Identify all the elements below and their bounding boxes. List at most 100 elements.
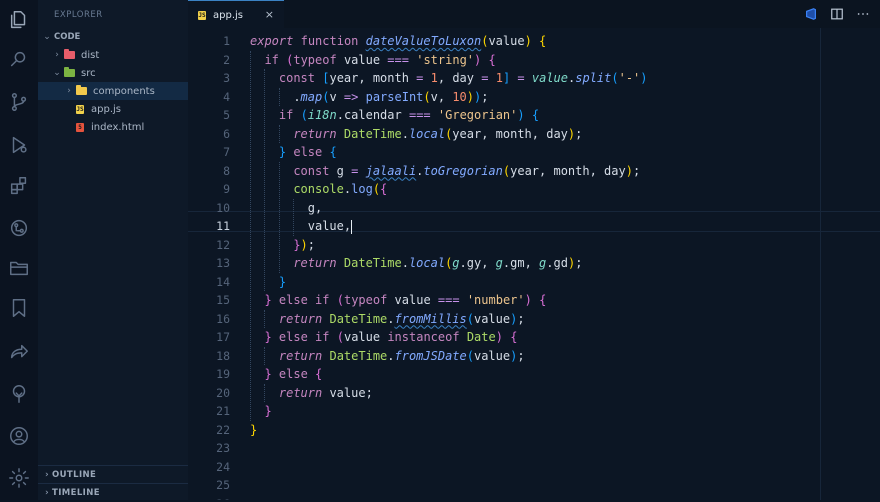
line-number[interactable]: 8 bbox=[188, 162, 230, 181]
code-token: gm, bbox=[510, 256, 540, 270]
code-token: { bbox=[329, 145, 337, 159]
indent-guide bbox=[264, 346, 266, 365]
line-number[interactable]: 14 bbox=[188, 273, 230, 292]
line-number[interactable]: 12 bbox=[188, 236, 230, 255]
code-line[interactable]: export function dateValueToLuxon(value) … bbox=[250, 32, 546, 51]
workspace-header[interactable]: ⌄ CODE bbox=[38, 28, 188, 46]
line-number[interactable]: 19 bbox=[188, 365, 230, 384]
line-number[interactable]: 2 bbox=[188, 51, 230, 70]
code-token: ; bbox=[481, 89, 489, 104]
line-number[interactable]: 9 bbox=[188, 180, 230, 199]
code-token: const bbox=[278, 71, 315, 85]
line-number[interactable]: 4 bbox=[188, 88, 230, 107]
code-line[interactable]: if (typeof value === 'string') { bbox=[264, 51, 495, 70]
close-icon[interactable]: × bbox=[265, 8, 274, 21]
line-number[interactable]: 24 bbox=[188, 458, 230, 477]
code-line[interactable]: return DateTime.local(g.gy, g.gm, g.gd); bbox=[293, 254, 582, 273]
split-editor-icon[interactable] bbox=[830, 6, 844, 20]
code-line[interactable]: } else { bbox=[279, 143, 337, 162]
code-line[interactable]: } bbox=[279, 273, 286, 292]
code-line[interactable]: }); bbox=[293, 236, 315, 255]
tree-item-src[interactable]: ⌄ src bbox=[38, 64, 188, 82]
line-number[interactable]: 21 bbox=[188, 402, 230, 421]
vscode-logo-icon[interactable] bbox=[804, 6, 818, 20]
account-icon[interactable] bbox=[7, 424, 31, 448]
line-number[interactable]: 5 bbox=[188, 106, 230, 125]
search-icon[interactable] bbox=[7, 48, 31, 72]
outline-section[interactable]: › OUTLINE bbox=[38, 465, 188, 484]
code-token: return bbox=[278, 348, 323, 363]
code-token: , day bbox=[437, 71, 482, 85]
code-token: g bbox=[495, 256, 503, 270]
line-number[interactable]: 10 bbox=[188, 199, 230, 218]
tree-item-components[interactable]: › components bbox=[38, 82, 188, 100]
code-line[interactable]: value, bbox=[308, 217, 353, 236]
code-token: value bbox=[387, 293, 438, 307]
code-token: DateTime bbox=[329, 311, 388, 326]
tree-item-label: dist bbox=[81, 49, 100, 61]
line-number[interactable]: 7 bbox=[188, 143, 230, 162]
code-line[interactable]: return DateTime.local(year, month, day); bbox=[293, 125, 582, 144]
tab-app-js[interactable]: JS app.js × bbox=[188, 0, 284, 29]
code-line[interactable]: if (i18n.calendar === 'Gregorian') { bbox=[279, 106, 539, 125]
run-debug-icon[interactable] bbox=[7, 133, 31, 157]
more-actions-icon[interactable] bbox=[856, 6, 870, 20]
line-number[interactable]: 26 bbox=[188, 495, 230, 501]
files-icon[interactable] bbox=[7, 8, 31, 32]
timeline-section[interactable]: › TIMELINE bbox=[38, 483, 188, 502]
code-line[interactable]: } bbox=[264, 402, 271, 421]
line-number[interactable]: 16 bbox=[188, 310, 230, 329]
code-line[interactable]: return DateTime.fromMillis(value); bbox=[279, 310, 525, 329]
line-number[interactable]: 15 bbox=[188, 291, 230, 310]
folder-icon bbox=[64, 49, 75, 59]
code-line[interactable]: return DateTime.fromJSDate(value); bbox=[279, 347, 525, 366]
tree-icon[interactable] bbox=[7, 382, 31, 406]
code-token: v bbox=[329, 89, 344, 104]
extensions-icon[interactable] bbox=[7, 174, 31, 198]
code-line[interactable]: .map(v => parseInt(v, 10)); bbox=[293, 88, 488, 107]
line-number[interactable]: 23 bbox=[188, 439, 230, 458]
code-token: ; bbox=[575, 256, 583, 270]
line-number[interactable]: 11 bbox=[188, 217, 230, 236]
tree-item-dist[interactable]: › dist bbox=[38, 46, 188, 64]
code-editor[interactable]: 1 2 3 4 5 6 7 8 9 10 11 12 13 14 15 16 17 18 19 20 21 22 23 24 2… bbox=[188, 28, 880, 500]
code-token: g bbox=[329, 163, 352, 178]
code-token: value; bbox=[322, 385, 373, 400]
line-number[interactable]: 6 bbox=[188, 125, 230, 144]
line-number[interactable]: 25 bbox=[188, 476, 230, 495]
code-line[interactable]: const [year, month = 1, day = 1] = value… bbox=[279, 69, 648, 88]
html-file-icon: 5 bbox=[76, 122, 84, 132]
line-number[interactable]: 1 bbox=[188, 32, 230, 51]
folder-icon[interactable] bbox=[7, 256, 31, 280]
tree-item-index-html[interactable]: 5 index.html bbox=[38, 118, 188, 136]
line-number[interactable]: 3 bbox=[188, 69, 230, 88]
code-line[interactable]: } else if (value instanceof Date) { bbox=[264, 328, 517, 347]
code-line[interactable]: } bbox=[250, 421, 257, 440]
tree-item-app-js[interactable]: JS app.js bbox=[38, 100, 188, 118]
line-number[interactable]: 20 bbox=[188, 384, 230, 403]
line-number[interactable]: 13 bbox=[188, 254, 230, 273]
javascript-file-icon: JS bbox=[76, 104, 84, 114]
remote-share-icon[interactable] bbox=[7, 340, 31, 364]
indent-guide bbox=[264, 383, 266, 402]
code-area[interactable]: export function dateValueToLuxon(value) … bbox=[250, 28, 870, 500]
line-number[interactable]: 18 bbox=[188, 347, 230, 366]
line-number[interactable]: 17 bbox=[188, 328, 230, 347]
code-line[interactable]: } else { bbox=[264, 365, 322, 384]
code-token: { bbox=[380, 182, 388, 196]
code-line[interactable]: g, bbox=[308, 199, 322, 218]
code-line[interactable]: return value; bbox=[279, 384, 373, 403]
editor-tab-bar: JS app.js × bbox=[188, 0, 880, 29]
git-graph-icon[interactable] bbox=[7, 216, 31, 240]
code-token: else bbox=[278, 330, 308, 344]
settings-icon[interactable] bbox=[7, 466, 31, 490]
line-number[interactable]: 22 bbox=[188, 421, 230, 440]
code-line[interactable]: } else if (typeof value === 'number') { bbox=[264, 291, 546, 310]
code-line[interactable]: const g = jalaali.toGregorian(year, mont… bbox=[293, 162, 640, 181]
code-token: map bbox=[300, 89, 323, 104]
source-control-icon[interactable] bbox=[7, 90, 31, 114]
bookmark-icon[interactable] bbox=[7, 296, 31, 320]
code-line[interactable]: console.log({ bbox=[293, 180, 387, 199]
